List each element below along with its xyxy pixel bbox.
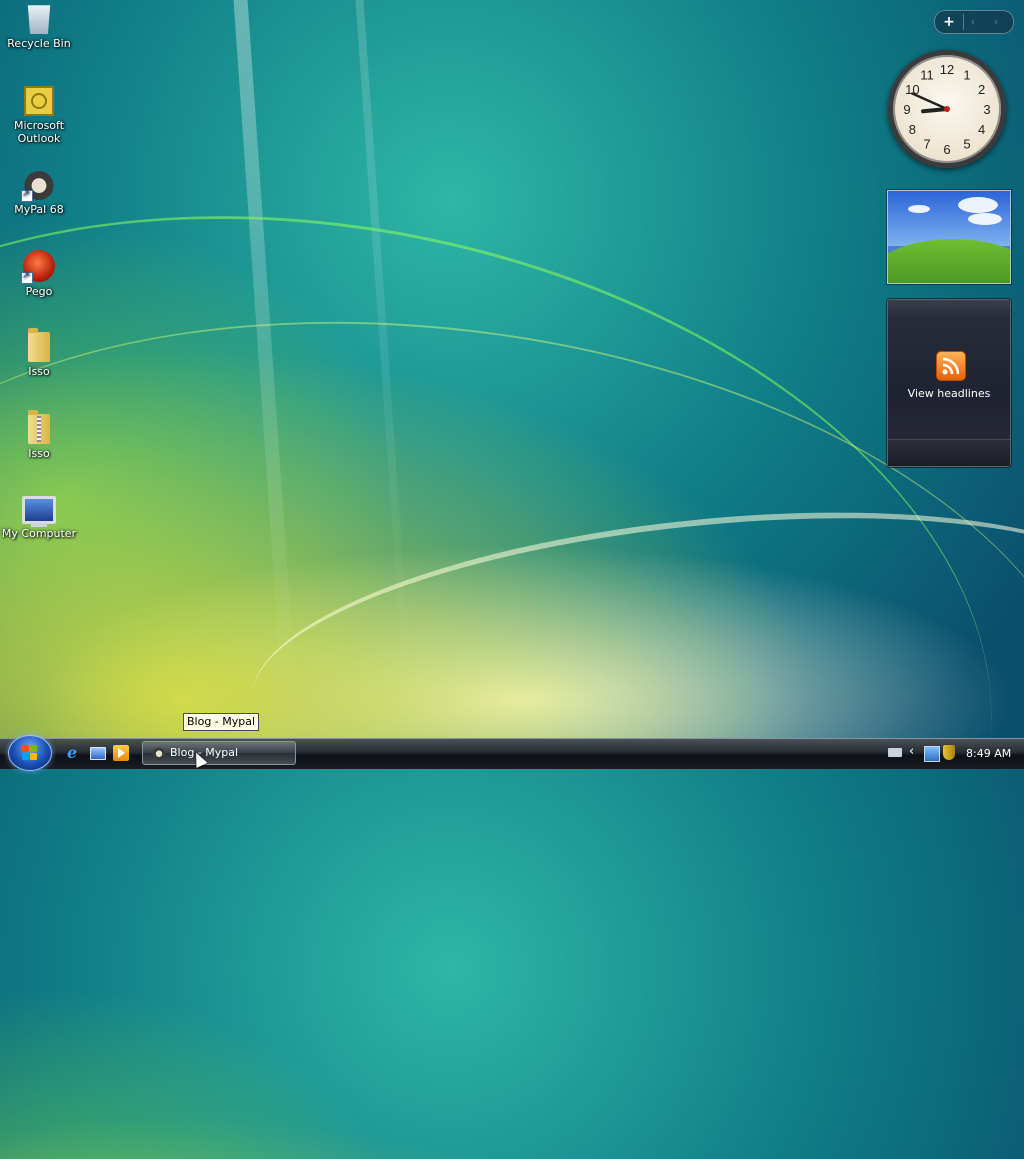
network-icon[interactable] <box>924 746 940 762</box>
wallpaper-swoosh <box>0 103 1024 1159</box>
clock-hour-hand <box>921 107 949 114</box>
recycle-bin-icon <box>27 5 51 34</box>
slideshow-cloud <box>958 197 998 213</box>
media-player-icon[interactable] <box>113 745 129 761</box>
rss-feed-icon <box>936 351 966 381</box>
mypal-icon <box>21 168 55 202</box>
clock-minute-hand <box>911 92 949 111</box>
clock-numeral: 5 <box>963 137 970 152</box>
start-button[interactable] <box>8 735 52 771</box>
folder-icon <box>28 328 50 362</box>
clock-numeral: 12 <box>940 62 954 77</box>
add-gadget-button[interactable]: + <box>935 14 964 30</box>
clock-numeral: 3 <box>983 102 990 117</box>
clock-numeral: 8 <box>909 122 916 137</box>
security-shield-icon[interactable] <box>943 745 955 760</box>
clock-face: 12 1234567891011 <box>903 62 990 157</box>
gadget-nav-arrows[interactable]: ‹ › <box>964 17 1013 28</box>
wallpaper-light-beam <box>355 0 413 700</box>
clock-gadget[interactable]: 12 1 2 3 4 5 6 7 8 9 10 11 <box>888 50 1006 168</box>
desktop-icon-label: My Computer <box>1 527 77 540</box>
slideshow-cloud <box>968 213 1002 225</box>
shortcut-arrow-icon <box>21 270 33 284</box>
clock-numeral: 2 <box>978 82 985 97</box>
show-desktop-icon[interactable] <box>90 747 106 760</box>
clock-numeral: 1 <box>963 67 970 82</box>
slideshow-green-hill <box>888 239 1010 283</box>
system-tray: ‹ 8:49 AM <box>874 739 1024 768</box>
clock-numeral: 11 <box>920 67 934 82</box>
keyboard-icon[interactable] <box>888 748 902 757</box>
mypal-icon <box>152 746 166 760</box>
taskbar-clock[interactable]: 8:49 AM <box>966 739 1011 768</box>
outlook-icon <box>24 86 54 116</box>
desktop-icon-label: Isso <box>28 447 50 460</box>
pego-icon <box>21 250 55 284</box>
desktop-icon-label: Microsoft Outlook <box>13 119 65 145</box>
computer-icon <box>22 496 56 527</box>
show-hidden-icons-chevron[interactable]: ‹ <box>909 744 914 759</box>
clock-numeral: 9 <box>903 102 910 117</box>
desktop-icon-label: MyPal 68 <box>14 203 64 216</box>
desktop-icon-isso-zip[interactable]: Isso <box>0 410 78 460</box>
sidebar-toolbar: + ‹ › <box>934 10 1014 34</box>
wallpaper-light-beam <box>233 0 297 700</box>
desktop-icon-isso-folder[interactable]: Isso <box>0 328 78 378</box>
clock-center-pin <box>944 106 950 112</box>
desktop-icon-my-computer[interactable]: My Computer <box>0 496 78 540</box>
clock-numeral: 7 <box>923 137 930 152</box>
view-headlines-link[interactable]: View headlines <box>888 387 1010 400</box>
clock-numeral: 4 <box>978 122 985 137</box>
clock-numeral: 6 <box>943 142 950 157</box>
desktop-icon-recycle-bin[interactable]: Recycle Bin <box>0 2 78 50</box>
slideshow-cloud <box>908 205 930 213</box>
zip-folder-icon <box>28 410 50 444</box>
feed-headlines-gadget[interactable]: View headlines <box>887 299 1011 467</box>
desktop-icon-microsoft-outlook[interactable]: Microsoft Outlook <box>0 86 78 145</box>
windows-flag-icon <box>22 745 38 761</box>
slideshow-gadget[interactable] <box>887 190 1011 284</box>
taskbar-tooltip: Blog - Mypal <box>183 713 260 731</box>
desktop-icon-pego[interactable]: Pego <box>0 250 78 298</box>
wallpaper-swoosh <box>0 242 1024 1120</box>
desktop-icon-label: Pego <box>25 285 53 298</box>
desktop-icon-label: Recycle Bin <box>7 37 71 50</box>
shortcut-arrow-icon <box>21 188 33 202</box>
desktop-icon-mypal-68[interactable]: MyPal 68 <box>0 168 78 216</box>
wallpaper-swoosh <box>238 473 1024 833</box>
internet-explorer-icon[interactable]: e <box>67 743 83 762</box>
desktop-icon-label: Isso <box>28 365 50 378</box>
taskbar-button-blog-mypal[interactable]: Blog - Mypal <box>142 741 296 765</box>
